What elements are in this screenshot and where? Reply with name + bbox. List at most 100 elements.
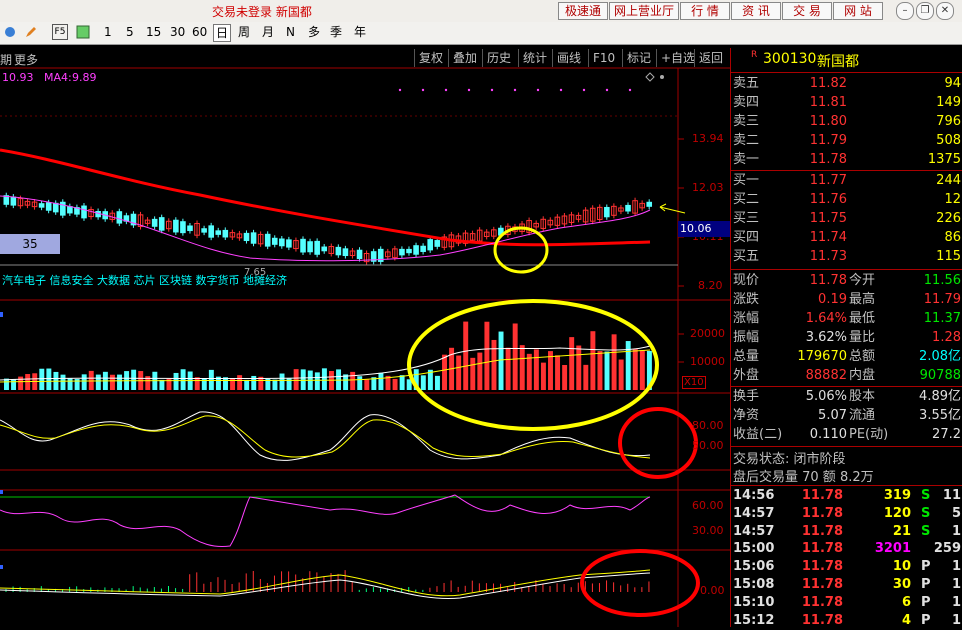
sell-level-row[interactable]: 卖五 11.82 94 (731, 74, 962, 93)
volume-bar (533, 349, 539, 390)
tick-row[interactable]: 14:57 11.78 120 S 5 (731, 504, 962, 523)
quote-value: 179670 (797, 349, 847, 364)
level-label: 买一 (733, 173, 760, 188)
volume-bar (364, 379, 370, 390)
level-price: 11.82 (809, 76, 847, 91)
macd-axis-1: 0.00 (700, 584, 725, 597)
volume-bar (39, 368, 45, 390)
volume-bar (576, 345, 582, 390)
tick-count: 1 (951, 577, 961, 592)
price-axis-2: 12.03 (692, 181, 724, 194)
button-f10[interactable]: F10 (588, 49, 619, 67)
volume-bar (477, 352, 483, 390)
volume-bar (484, 321, 490, 390)
volume-bar (109, 374, 115, 390)
rsi-axis-1: 60.00 (692, 499, 724, 512)
tick-volume: 3201 (874, 541, 911, 557)
level-label: 买二 (733, 192, 760, 207)
tick-row[interactable]: 14:56 11.78 319 S 11 (731, 486, 962, 505)
volume-bar (244, 379, 250, 390)
quote-row: 涨幅 1.64% 最低 11.37 (731, 309, 962, 328)
quote-label: 总额 (849, 349, 876, 364)
fund-value: 4.89亿 (919, 389, 961, 404)
buy-level-row[interactable]: 买二 11.76 12 (731, 190, 962, 209)
quote-row: 振幅 3.62% 量比 1.28 (731, 328, 962, 347)
volume-unit: X10 (682, 376, 706, 389)
level-label: 卖四 (733, 95, 760, 110)
tick-volume: 319 (883, 488, 911, 503)
level-volume: 796 (936, 114, 961, 129)
more-button[interactable]: 更多 (14, 51, 38, 68)
rsi-axis-2: 30.00 (692, 524, 724, 537)
volume-bar (442, 354, 447, 390)
volume-bar (159, 379, 165, 390)
buy-level-row[interactable]: 买三 11.75 226 (731, 209, 962, 228)
button-history[interactable]: 历史 (482, 49, 515, 67)
level-volume: 508 (936, 133, 961, 148)
volume-bar (498, 331, 504, 390)
level-volume: 12 (944, 192, 961, 207)
current-price-tag: 10.06 (678, 221, 732, 237)
button-stats[interactable]: 统计 (518, 49, 551, 67)
tick-row[interactable]: 15:00 11.78 3201 259 (731, 539, 962, 558)
marker-dot (582, 88, 586, 92)
quote-row: 外盘 88882 内盘 90788 (731, 366, 962, 385)
level-label: 买五 (733, 249, 760, 264)
tick-price: 11.78 (801, 505, 843, 521)
fund-value: 0.110 (809, 427, 847, 442)
level-price: 11.81 (809, 95, 847, 110)
volume-bar (420, 375, 426, 390)
quote-value: 3.62% (805, 330, 847, 345)
volume-bar (625, 341, 631, 390)
tick-side: S (921, 488, 931, 503)
tick-row[interactable]: 15:10 11.78 6 P 1 (731, 593, 962, 612)
tick-side: S (921, 523, 931, 539)
stock-name: 新国都 (817, 54, 859, 70)
tick-row[interactable]: 14:57 11.78 21 S 1 (731, 522, 962, 541)
tick-count: 259 (933, 541, 961, 557)
volume-bar (639, 350, 645, 390)
volume-bar (392, 378, 398, 390)
overlay-tag[interactable]: 35 (0, 234, 60, 254)
buy-level-row[interactable]: 买四 11.74 86 (731, 228, 962, 247)
sell-level-row[interactable]: 卖一 11.78 1375 (731, 150, 962, 169)
tick-time: 15:10 (733, 594, 775, 610)
volume-axis-1: 20000 (690, 327, 725, 340)
buy-level-row[interactable]: 买五 11.73 115 (731, 247, 962, 266)
volume-bar (11, 379, 17, 390)
sell-level-row[interactable]: 卖四 11.81 149 (731, 93, 962, 112)
button-fuquan[interactable]: 复权 (414, 49, 447, 67)
volume-bar (272, 379, 278, 390)
quote-label: 量比 (849, 330, 876, 345)
level-label: 买三 (733, 211, 760, 226)
volume-bar (618, 359, 624, 390)
fundamental-row: 净资 5.07 流通 3.55亿 (731, 406, 962, 425)
tick-side: P (921, 577, 931, 592)
volume-bar (505, 347, 511, 390)
button-add-watchlist[interactable]: +自选 (656, 49, 699, 67)
level-price: 11.76 (809, 192, 847, 207)
quote-label: 最高 (849, 292, 876, 307)
level-price: 11.77 (809, 173, 847, 188)
button-back[interactable]: 返回 (694, 49, 727, 67)
tick-row[interactable]: 15:06 11.78 10 P 1 (731, 557, 962, 576)
sell-level-row[interactable]: 卖二 11.79 508 (731, 131, 962, 150)
tick-row[interactable]: 15:08 11.78 30 P 1 (731, 575, 962, 594)
marker-dot (421, 88, 425, 92)
kdj-axis-1: 80.00 (692, 419, 724, 432)
sell-level-row[interactable]: 卖三 11.80 796 (731, 112, 962, 131)
quote-value: 2.08亿 (919, 349, 961, 364)
volume-bar (237, 375, 243, 390)
volume-bar (131, 369, 137, 390)
quote-label: 总量 (733, 349, 760, 364)
buy-level-row[interactable]: 买一 11.77 244 (731, 171, 962, 190)
volume-bar (60, 374, 66, 390)
level-volume: 149 (936, 95, 961, 110)
tick-time: 15:08 (733, 577, 775, 592)
button-mark[interactable]: 标记 (622, 49, 655, 67)
button-draw[interactable]: 画线 (552, 49, 585, 67)
price-axis-1: 13.94 (692, 132, 724, 145)
button-overlay[interactable]: 叠加 (448, 49, 481, 67)
price-axis-4: 8.20 (698, 279, 723, 292)
fund-label: 净资 (733, 408, 760, 423)
